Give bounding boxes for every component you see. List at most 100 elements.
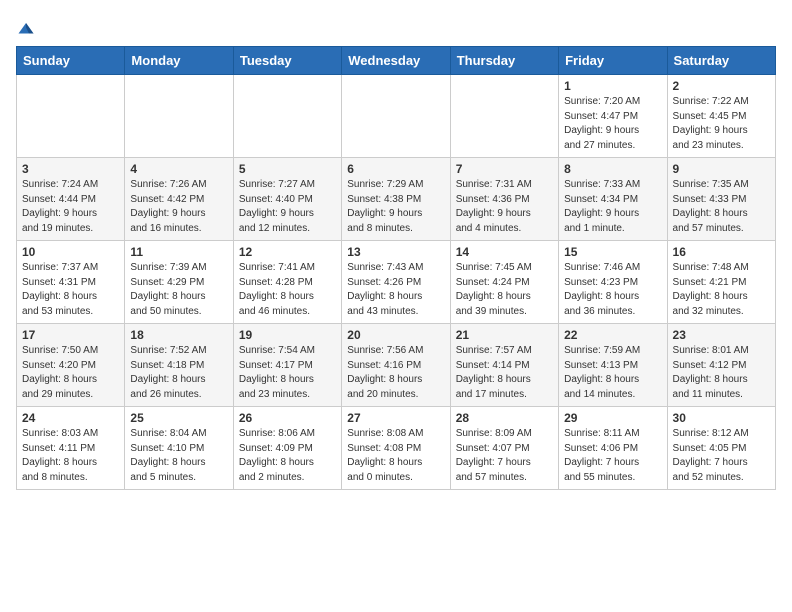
calendar-cell: 9 Sunrise: 7:35 AM Sunset: 4:33 PM Daylig…: [667, 158, 775, 241]
day-info: Sunrise: 7:50 AM Sunset: 4:20 PM Dayligh…: [22, 345, 98, 400]
calendar-week-row: 24 Sunrise: 8:03 AM Sunset: 4:11 PM Dayli…: [17, 407, 776, 490]
calendar-cell: 17 Sunrise: 7:50 AM Sunset: 4:20 PM Dayli…: [17, 324, 125, 407]
calendar-cell: 2 Sunrise: 7:22 AM Sunset: 4:45 PM Daylig…: [667, 75, 775, 158]
day-info: Sunrise: 7:26 AM Sunset: 4:42 PM Dayligh…: [130, 179, 206, 234]
day-info: Sunrise: 7:52 AM Sunset: 4:18 PM Dayligh…: [130, 345, 206, 400]
day-number: 12: [239, 245, 336, 259]
day-number: 29: [564, 411, 661, 425]
day-number: 15: [564, 245, 661, 259]
calendar-cell: 4 Sunrise: 7:26 AM Sunset: 4:42 PM Daylig…: [125, 158, 233, 241]
calendar-week-row: 17 Sunrise: 7:50 AM Sunset: 4:20 PM Dayli…: [17, 324, 776, 407]
day-number: 13: [347, 245, 444, 259]
calendar-cell: 7 Sunrise: 7:31 AM Sunset: 4:36 PM Daylig…: [450, 158, 558, 241]
day-number: 4: [130, 162, 227, 176]
day-number: 18: [130, 328, 227, 342]
day-number: 30: [673, 411, 770, 425]
day-info: Sunrise: 7:31 AM Sunset: 4:36 PM Dayligh…: [456, 179, 532, 234]
calendar-cell: 18 Sunrise: 7:52 AM Sunset: 4:18 PM Dayli…: [125, 324, 233, 407]
day-info: Sunrise: 7:35 AM Sunset: 4:33 PM Dayligh…: [673, 179, 749, 234]
day-info: Sunrise: 8:03 AM Sunset: 4:11 PM Dayligh…: [22, 428, 98, 483]
calendar-cell: 25 Sunrise: 8:04 AM Sunset: 4:10 PM Dayli…: [125, 407, 233, 490]
calendar-week-row: 3 Sunrise: 7:24 AM Sunset: 4:44 PM Daylig…: [17, 158, 776, 241]
day-number: 25: [130, 411, 227, 425]
calendar-cell: 20Sunrise: 7:56 AM Sunset: 4:16 PM Dayli…: [342, 324, 450, 407]
day-number: 20: [347, 328, 444, 342]
day-info: Sunrise: 7:24 AM Sunset: 4:44 PM Dayligh…: [22, 179, 98, 234]
weekday-header: Tuesday: [233, 47, 341, 75]
calendar-cell: 28Sunrise: 8:09 AM Sunset: 4:07 PM Dayli…: [450, 407, 558, 490]
day-number: 10: [22, 245, 119, 259]
day-info: Sunrise: 7:22 AM Sunset: 4:45 PM Dayligh…: [673, 96, 749, 151]
day-info: Sunrise: 8:12 AM Sunset: 4:05 PM Dayligh…: [673, 428, 749, 483]
calendar-cell: 22 Sunrise: 7:59 AM Sunset: 4:13 PM Dayli…: [559, 324, 667, 407]
day-info: Sunrise: 7:46 AM Sunset: 4:23 PM Dayligh…: [564, 262, 640, 317]
weekday-header: Saturday: [667, 47, 775, 75]
calendar-cell: 8 Sunrise: 7:33 AM Sunset: 4:34 PM Daylig…: [559, 158, 667, 241]
day-info: Sunrise: 7:29 AM Sunset: 4:38 PM Dayligh…: [347, 179, 423, 234]
day-number: 11: [130, 245, 227, 259]
calendar-cell: 5Sunrise: 7:27 AM Sunset: 4:40 PM Daylig…: [233, 158, 341, 241]
day-number: 6: [347, 162, 444, 176]
calendar-cell: 10Sunrise: 7:37 AM Sunset: 4:31 PM Dayli…: [17, 241, 125, 324]
day-number: 23: [673, 328, 770, 342]
day-info: Sunrise: 7:45 AM Sunset: 4:24 PM Dayligh…: [456, 262, 532, 317]
calendar-week-row: 10Sunrise: 7:37 AM Sunset: 4:31 PM Dayli…: [17, 241, 776, 324]
calendar-cell: [450, 75, 558, 158]
calendar-cell: 21 Sunrise: 7:57 AM Sunset: 4:14 PM Dayli…: [450, 324, 558, 407]
day-info: Sunrise: 7:41 AM Sunset: 4:28 PM Dayligh…: [239, 262, 315, 317]
calendar-cell: 29Sunrise: 8:11 AM Sunset: 4:06 PM Dayli…: [559, 407, 667, 490]
calendar-cell: 11 Sunrise: 7:39 AM Sunset: 4:29 PM Dayli…: [125, 241, 233, 324]
day-info: Sunrise: 7:39 AM Sunset: 4:29 PM Dayligh…: [130, 262, 206, 317]
day-number: 7: [456, 162, 553, 176]
calendar-cell: 27Sunrise: 8:08 AM Sunset: 4:08 PM Dayli…: [342, 407, 450, 490]
page: SundayMondayTuesdayWednesdayThursdayFrid…: [0, 0, 792, 506]
day-info: Sunrise: 8:01 AM Sunset: 4:12 PM Dayligh…: [673, 345, 749, 400]
day-number: 19: [239, 328, 336, 342]
calendar-week-row: 1 Sunrise: 7:20 AM Sunset: 4:47 PM Daylig…: [17, 75, 776, 158]
day-number: 24: [22, 411, 119, 425]
logo: [16, 20, 35, 38]
day-number: 21: [456, 328, 553, 342]
logo-icon: [17, 20, 35, 38]
day-info: Sunrise: 7:33 AM Sunset: 4:34 PM Dayligh…: [564, 179, 640, 234]
day-info: Sunrise: 8:06 AM Sunset: 4:09 PM Dayligh…: [239, 428, 315, 483]
calendar-cell: 19 Sunrise: 7:54 AM Sunset: 4:17 PM Dayli…: [233, 324, 341, 407]
calendar-cell: 23 Sunrise: 8:01 AM Sunset: 4:12 PM Dayli…: [667, 324, 775, 407]
day-number: 27: [347, 411, 444, 425]
calendar-cell: 26Sunrise: 8:06 AM Sunset: 4:09 PM Dayli…: [233, 407, 341, 490]
day-info: Sunrise: 7:27 AM Sunset: 4:40 PM Dayligh…: [239, 179, 315, 234]
calendar-cell: [125, 75, 233, 158]
day-number: 22: [564, 328, 661, 342]
calendar-cell: 6 Sunrise: 7:29 AM Sunset: 4:38 PM Daylig…: [342, 158, 450, 241]
weekday-header: Friday: [559, 47, 667, 75]
day-number: 1: [564, 79, 661, 93]
calendar: SundayMondayTuesdayWednesdayThursdayFrid…: [16, 46, 776, 490]
day-number: 14: [456, 245, 553, 259]
calendar-cell: 14 Sunrise: 7:45 AM Sunset: 4:24 PM Dayli…: [450, 241, 558, 324]
calendar-cell: 16Sunrise: 7:48 AM Sunset: 4:21 PM Dayli…: [667, 241, 775, 324]
calendar-cell: [233, 75, 341, 158]
day-info: Sunrise: 7:48 AM Sunset: 4:21 PM Dayligh…: [673, 262, 749, 317]
day-number: 9: [673, 162, 770, 176]
day-number: 8: [564, 162, 661, 176]
weekday-header: Monday: [125, 47, 233, 75]
day-info: Sunrise: 8:09 AM Sunset: 4:07 PM Dayligh…: [456, 428, 532, 483]
day-number: 2: [673, 79, 770, 93]
day-info: Sunrise: 7:20 AM Sunset: 4:47 PM Dayligh…: [564, 96, 640, 151]
weekday-header: Sunday: [17, 47, 125, 75]
day-number: 17: [22, 328, 119, 342]
calendar-cell: 3 Sunrise: 7:24 AM Sunset: 4:44 PM Daylig…: [17, 158, 125, 241]
calendar-cell: 12 Sunrise: 7:41 AM Sunset: 4:28 PM Dayli…: [233, 241, 341, 324]
day-info: Sunrise: 7:57 AM Sunset: 4:14 PM Dayligh…: [456, 345, 532, 400]
day-info: Sunrise: 8:04 AM Sunset: 4:10 PM Dayligh…: [130, 428, 206, 483]
day-info: Sunrise: 7:43 AM Sunset: 4:26 PM Dayligh…: [347, 262, 423, 317]
day-info: Sunrise: 7:54 AM Sunset: 4:17 PM Dayligh…: [239, 345, 315, 400]
day-number: 3: [22, 162, 119, 176]
calendar-cell: 24 Sunrise: 8:03 AM Sunset: 4:11 PM Dayli…: [17, 407, 125, 490]
weekday-header: Wednesday: [342, 47, 450, 75]
header: [16, 16, 776, 38]
weekday-header: Thursday: [450, 47, 558, 75]
calendar-cell: [17, 75, 125, 158]
calendar-header-row: SundayMondayTuesdayWednesdayThursdayFrid…: [17, 47, 776, 75]
day-info: Sunrise: 7:59 AM Sunset: 4:13 PM Dayligh…: [564, 345, 640, 400]
